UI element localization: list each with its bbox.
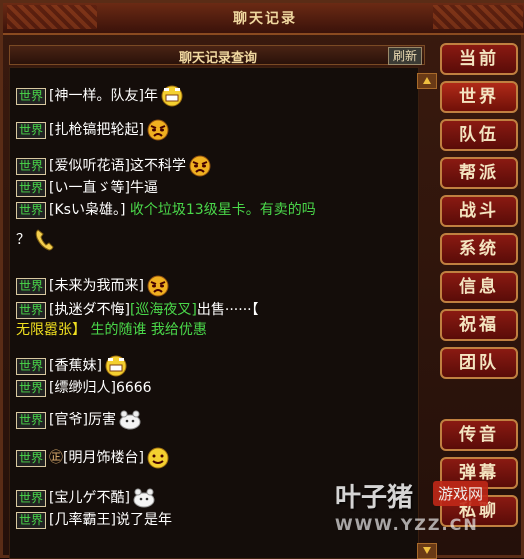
query-header: 聊天记录查询 刷新 [9,45,425,66]
tab-blessing[interactable]: 祝福 [440,309,518,341]
channel-tag: 世界 [16,449,47,467]
message-text: 生的随谁 我给优惠 [90,322,207,338]
chat-message: 世界 [神一样。队友]年 [16,84,184,108]
chat-message: 世界 [香蕉妹] [16,354,128,378]
chat-message: 世界 [官爷]厉害 [16,408,142,432]
tab-whisper[interactable]: 传音 [440,419,518,451]
sheep-emote-icon [133,488,155,508]
grin-emote-icon [105,355,127,377]
watermark-brand: 叶子猪 [335,483,414,513]
tab-info[interactable]: 信息 [440,271,518,303]
sender-name[interactable]: [执迷ダ不悔] [49,302,130,318]
angry-emote-icon [189,155,211,177]
message-text: 厉害 [87,412,116,428]
chat-message: 世界 [几率霸王]说了是年 [16,510,172,530]
smile-emote-icon [147,447,169,469]
message-text: 6666 [115,380,152,396]
tab-battle[interactable]: 战斗 [440,195,518,227]
sender-name[interactable]: [扎枪镐把轮起] [49,122,144,138]
sender-name[interactable]: [い一直ゞ等] [49,180,130,196]
chat-message: 世界 [い一直ゞ等]牛逼 [16,178,158,198]
tab-world[interactable]: 世界 [440,81,518,113]
tab-system[interactable]: 系统 [440,233,518,265]
tab-group[interactable]: 团队 [440,347,518,379]
sender-name[interactable]: [缥缈归人] [49,380,116,396]
refresh-button[interactable]: 刷新 [387,47,422,65]
chat-message: 世界 [缥缈归人]6666 [16,378,152,398]
sender-name[interactable]: [Ksい枭雄。] [49,202,125,218]
channel-tag: 世界 [16,87,47,105]
tab-current[interactable]: 当前 [440,43,518,75]
vip-prefix: ㊣ [49,450,64,466]
tab-team[interactable]: 队伍 [440,119,518,151]
watermark-url: WWW.YZZ.CN [335,515,479,534]
tab-guild[interactable]: 帮派 [440,157,518,189]
message-text: 说了是年 [115,512,172,528]
chat-message: 世界 [执迷ダ不悔][巡海夜叉]出售······【 [16,300,259,320]
chat-message: 世界 [扎枪镐把轮起] [16,118,170,142]
chat-message: 世界 [Ksい枭雄。] 收个垃圾13级星卡。有卖的吗 [16,200,316,220]
message-text: 年 [143,88,158,104]
angry-emote-icon [147,119,169,141]
channel-tag: 世界 [16,179,47,197]
channel-tag: 世界 [16,121,47,139]
title-bar: 聊天记录 [3,3,524,35]
channel-tag: 世界 [16,157,47,175]
channel-tag: 世界 [16,301,47,319]
sender-name[interactable]: [香蕉妹] [49,358,102,374]
message-text: 这不科学 [129,158,186,174]
item-link[interactable]: [巡海夜叉] [130,302,197,318]
sender-name[interactable]: [未来为我而来] [49,278,144,294]
chat-message: 世界 [爱似听花语]这不科学 [16,154,212,178]
message-text: ？ [16,232,30,248]
chat-message-continuation: 无限嚣张】 生的随谁 我给优惠 [16,320,207,340]
grin-emote-icon [161,85,183,107]
scroll-up-button[interactable] [417,73,437,89]
window-title: 聊天记录 [233,11,297,27]
channel-tag: 世界 [16,411,47,429]
message-text: 无限嚣张】 [16,322,86,338]
angry-emote-icon [147,275,169,297]
sender-name[interactable]: [爱似听花语] [49,158,130,174]
chat-message: 世界 [未来为我而来] [16,274,170,298]
watermark-tag: 游戏网 [433,481,489,506]
phone-emote-icon [35,229,54,251]
message-text: 收个垃圾13级星卡。有卖的吗 [129,202,316,218]
sender-name[interactable]: [官爷] [49,412,88,428]
sender-name[interactable]: [神一样。队友] [49,88,144,104]
channel-tag: 世界 [16,379,47,397]
channel-tag: 世界 [16,277,47,295]
sheep-emote-icon [119,410,141,430]
chat-message-continuation: ？ [16,228,56,252]
channel-tag: 世界 [16,511,47,529]
chat-message: 世界 ㊣[明月饰楼台] [16,446,170,470]
watermark: 叶子猪 游戏网 WWW.YZZ.CN [333,473,523,559]
chat-window: 聊天记录 聊天记录查询 刷新 世界 [神一样。队友]年 世界 [扎枪镐把轮起] 世界… [0,0,524,559]
sender-name[interactable]: [宝儿ゲ不酷] [49,490,130,506]
chat-message: 世界 [宝儿ゲ不酷] [16,486,156,510]
query-title: 聊天记录查询 [178,51,257,66]
message-text: 牛逼 [129,180,158,196]
channel-tag: 世界 [16,357,47,375]
channel-tag: 世界 [16,489,47,507]
channel-tag: 世界 [16,201,47,219]
sender-name[interactable]: [几率霸王] [49,512,116,528]
message-text: 出售······【 [196,302,259,318]
sender-name[interactable]: [明月饰楼台] [63,450,144,466]
